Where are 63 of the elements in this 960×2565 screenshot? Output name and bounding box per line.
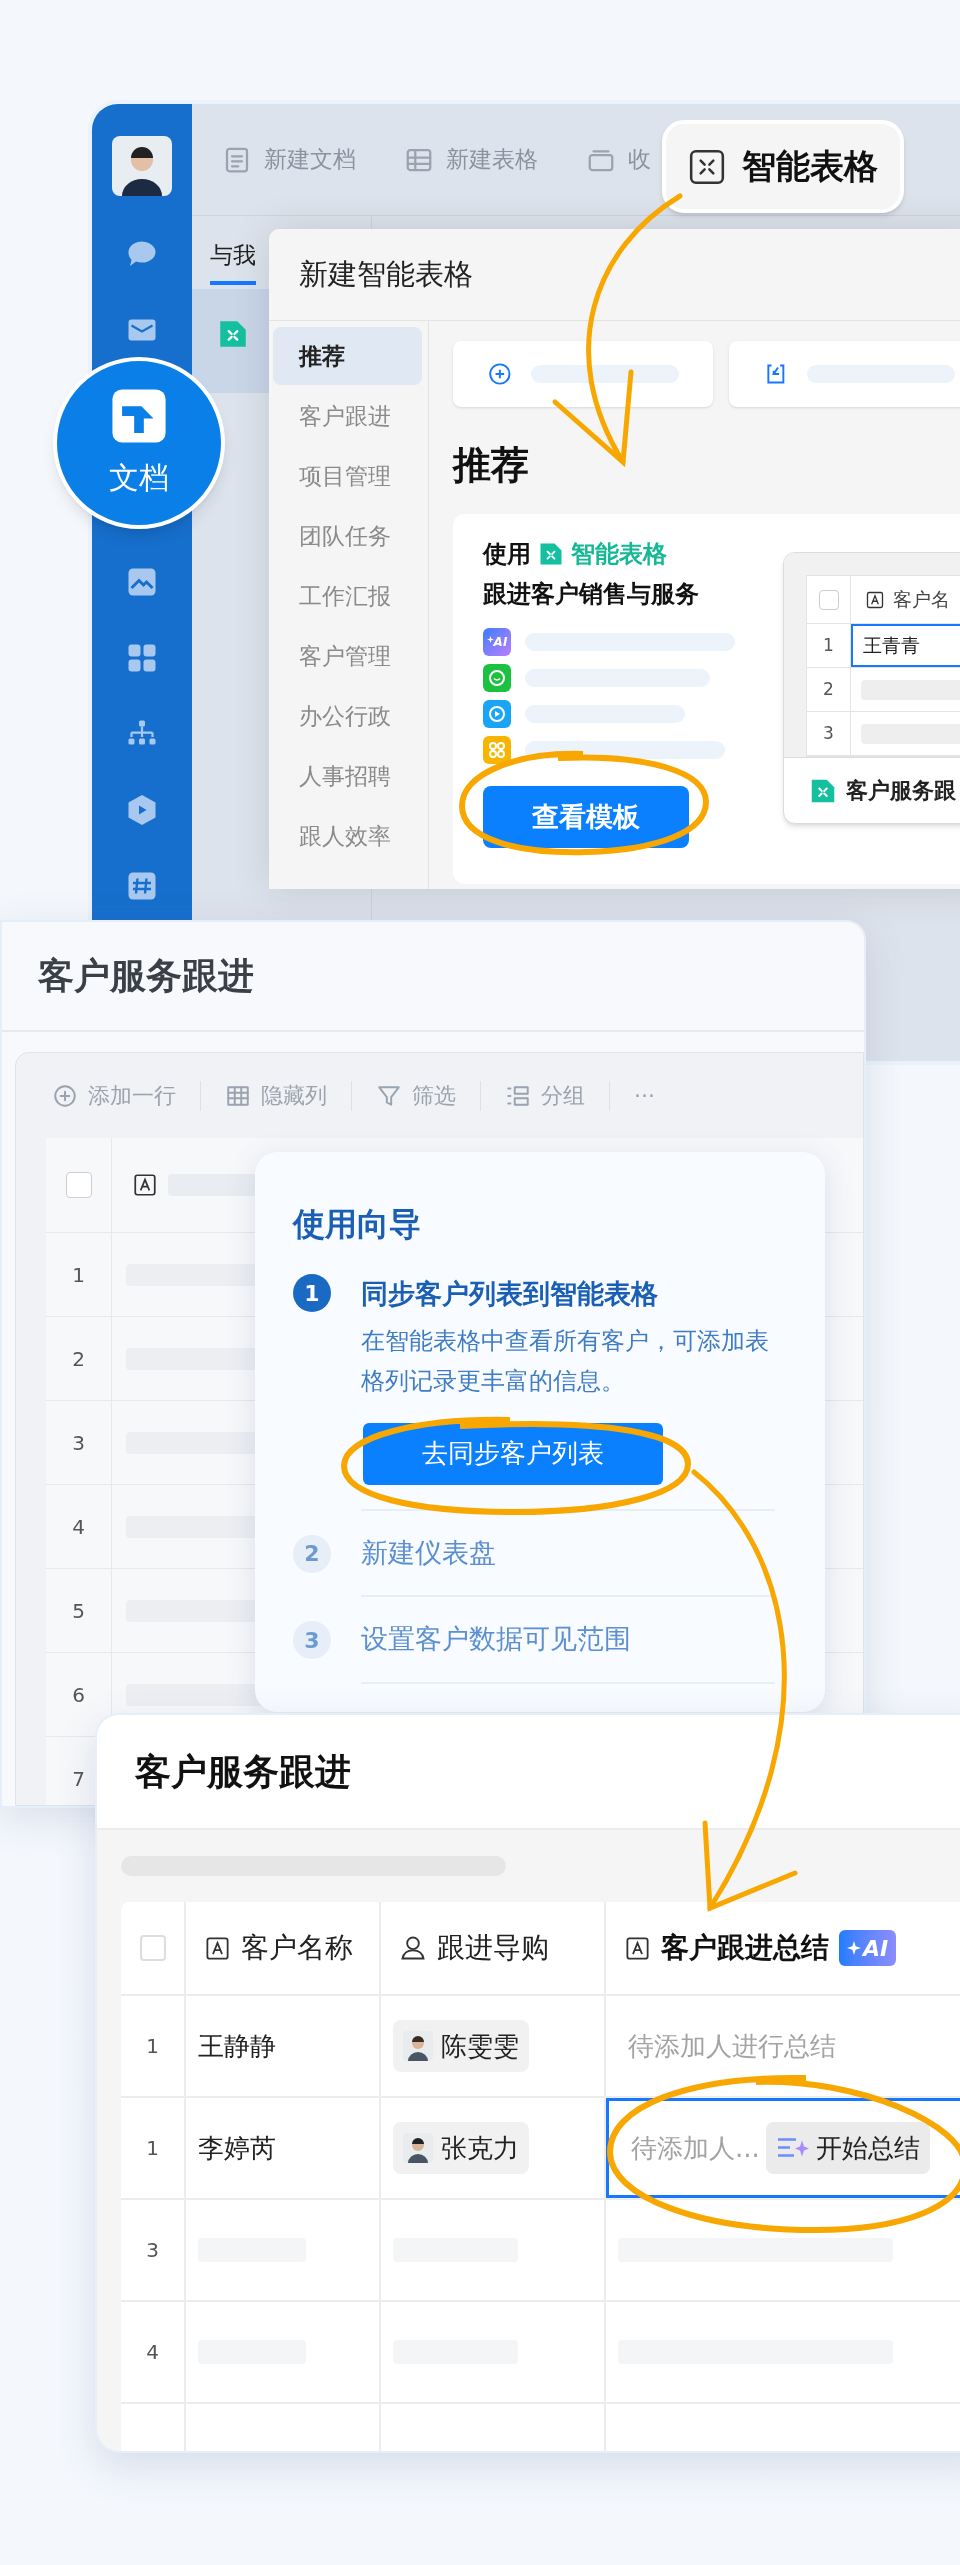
template-name: 客户服务跟 — [846, 777, 956, 805]
category-item[interactable]: 客户管理 — [273, 627, 422, 685]
column-header[interactable]: 客户名称 — [241, 1927, 353, 1969]
tab[interactable]: 与我 — [210, 238, 256, 285]
step-title[interactable]: 设置客户数据可见范围 — [361, 1619, 775, 1660]
start-summary-button[interactable]: 开始总结 — [765, 2122, 930, 2174]
toolbar-button[interactable]: ··· — [634, 1079, 655, 1112]
row-number: 1 — [121, 1996, 186, 2096]
view-template-button[interactable]: 查看模板 — [483, 786, 689, 848]
card-subtitle: 跟进客户销售与服务 — [483, 579, 700, 610]
row-number: 2 — [46, 1317, 112, 1400]
row-number: 2 — [807, 668, 851, 711]
toolbar-button[interactable]: 筛选 — [376, 1079, 456, 1112]
row-number: 3 — [46, 1401, 112, 1484]
toolbar-button[interactable]: 新建文档 — [222, 142, 356, 177]
step-number: 1 — [293, 1274, 331, 1312]
category-item[interactable]: 项目管理 — [273, 447, 422, 505]
dialog-title: 新建智能表格 — [299, 255, 473, 293]
step-number: 2 — [293, 1534, 331, 1573]
toolbar-button[interactable]: 收 — [586, 142, 651, 177]
ai-icon: AI — [483, 628, 511, 656]
sync-list-button[interactable]: 去同步客户列表 — [363, 1422, 663, 1485]
row-number: 4 — [121, 2302, 186, 2402]
row-number: 4 — [46, 1485, 112, 1568]
table-cell[interactable]: 王青青 — [851, 624, 960, 667]
category-item[interactable]: 客户跟进 — [273, 387, 422, 445]
section-heading: 推荐 — [453, 442, 530, 489]
toolbar-button[interactable]: 添加一行 — [52, 1079, 176, 1112]
toolbar-button[interactable]: 新建表格 — [404, 142, 538, 177]
toolbar-button[interactable]: 分组 — [505, 1079, 585, 1112]
row-number: 1 — [121, 2098, 186, 2198]
card-title: 使用 — [483, 539, 531, 570]
category-item[interactable]: 办公行政 — [273, 687, 422, 745]
step-title[interactable]: 新建仪表盘 — [361, 1532, 775, 1573]
row-number: 3 — [807, 712, 851, 755]
person-tag[interactable]: 陈雯雯 — [393, 2020, 529, 2072]
product-name: 智能表格 — [571, 539, 667, 570]
column-header[interactable]: 客户跟进总结 — [661, 1927, 829, 1969]
row-number: 1 — [46, 1233, 112, 1316]
row-number: 3 — [121, 2200, 186, 2300]
table-cell: 王静静 — [186, 1996, 381, 2096]
window-title: 客户服务跟进 — [38, 954, 254, 998]
feature-badge: 智能表格 — [662, 120, 904, 213]
category-item[interactable]: 团队任务 — [273, 507, 422, 565]
step-title[interactable]: 同步客户列表到智能表格 — [361, 1274, 775, 1315]
step-number: 3 — [293, 1621, 331, 1659]
summary-cell[interactable]: 待添加人进行总结 — [606, 1996, 960, 2096]
window-title: 客户服务跟进 — [135, 1749, 351, 1794]
table-cell: 李婷芮 — [186, 2098, 381, 2198]
row-number: 1 — [807, 624, 851, 667]
column-header[interactable]: 跟进导购 — [437, 1927, 549, 1969]
category-item[interactable]: 推荐 — [273, 327, 422, 385]
category-item[interactable]: 人事招聘 — [273, 747, 422, 805]
category-item[interactable]: 工作汇报 — [273, 567, 422, 625]
toolbar-button[interactable]: 隐藏列 — [225, 1079, 327, 1112]
step-description: 在智能表格中查看所有客户，可添加表格列记录更丰富的信息。 — [361, 1325, 770, 1397]
category-item[interactable]: 跟人效率 — [273, 807, 422, 865]
person-tag[interactable]: 张克力 — [393, 2122, 529, 2174]
row-number: 5 — [46, 1569, 112, 1652]
summary-cell[interactable]: 待添加人... 开始总结 — [606, 2098, 960, 2198]
column-header: 客户名 — [893, 587, 950, 613]
guide-title: 使用向导 — [293, 1204, 422, 1245]
ai-badge: AI — [839, 1930, 897, 1966]
